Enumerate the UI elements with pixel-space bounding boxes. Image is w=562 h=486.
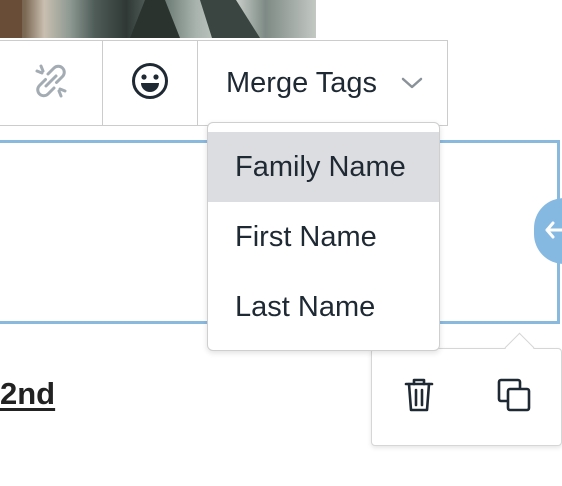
merge-tag-last-name[interactable]: Last Name	[208, 272, 439, 342]
merge-tags-button[interactable]: Merge Tags	[198, 41, 447, 125]
merge-tag-first-name[interactable]: First Name	[208, 202, 439, 272]
duplicate-button[interactable]	[467, 348, 562, 446]
content-text: 2nd	[0, 376, 56, 411]
image-block[interactable]	[0, 0, 316, 38]
resize-arrow-icon	[544, 216, 562, 247]
duplicate-icon	[496, 377, 532, 418]
delete-button[interactable]	[372, 348, 467, 446]
text-format-toolbar: Merge Tags	[0, 40, 448, 126]
editor-canvas: Merge Tags 2nd Family Name First Name La…	[0, 0, 562, 486]
merge-tags-label: Merge Tags	[226, 66, 377, 99]
emoji-button[interactable]	[103, 41, 198, 125]
block-actions-popover	[371, 348, 562, 446]
trash-icon	[403, 376, 435, 419]
merge-tags-dropdown: Family Name First Name Last Name	[207, 122, 440, 351]
unlink-icon	[29, 59, 73, 108]
unlink-button[interactable]	[0, 41, 103, 125]
chevron-down-icon	[401, 76, 423, 90]
merge-tag-family-name[interactable]: Family Name	[208, 132, 439, 202]
emoji-icon	[130, 61, 170, 106]
